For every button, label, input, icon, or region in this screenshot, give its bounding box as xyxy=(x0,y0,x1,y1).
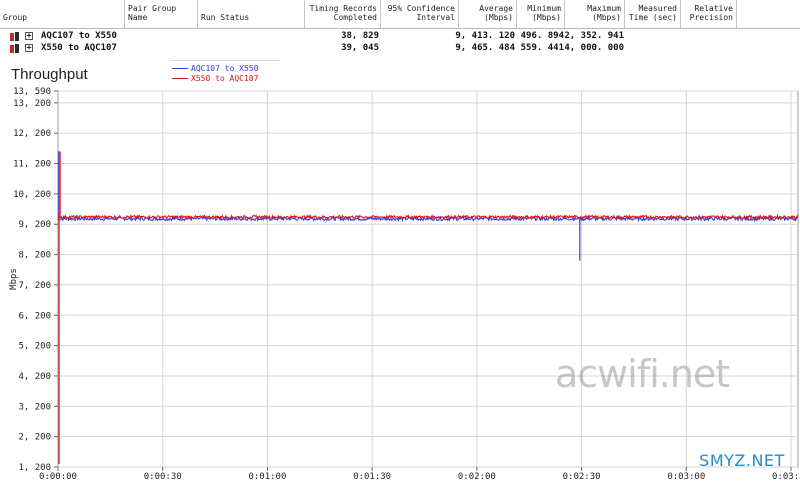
y-tick-label: 3, 200 xyxy=(18,402,51,412)
y-tick-label: 10, 200 xyxy=(13,190,51,200)
legend-swatch xyxy=(172,68,188,69)
y-tick-label: 8, 200 xyxy=(18,251,51,261)
y-tick-label: 11, 200 xyxy=(13,160,51,170)
x-tick-label: 0:01:00 xyxy=(248,472,286,482)
throughput-chart: 1, 2002, 2003, 2004, 2005, 2006, 2007, 2… xyxy=(9,87,800,482)
x-tick-label: 0:01:30 xyxy=(353,472,391,482)
site-badge: SMYZ.NET xyxy=(699,451,785,470)
legend-item: AQC107 to X550 xyxy=(170,64,280,74)
x-tick-label: 0:03:30 xyxy=(772,472,800,482)
legend-swatch xyxy=(172,78,188,79)
x-tick-label: 0:00:30 xyxy=(144,472,182,482)
y-tick-label: 7, 200 xyxy=(18,281,51,291)
x-tick-label: 0:03:00 xyxy=(667,472,705,482)
y-tick-label: 5, 200 xyxy=(18,342,51,352)
legend-label: AQC107 to X550 xyxy=(191,64,259,73)
y-axis-label: Mbps xyxy=(9,268,19,290)
x-tick-label: 0:02:30 xyxy=(563,472,601,482)
y-tick-label: 2, 200 xyxy=(18,433,51,443)
y-tick-label: 4, 200 xyxy=(18,372,51,382)
y-tick-label: 13, 200 xyxy=(13,99,51,109)
y-tick-label: 6, 200 xyxy=(18,311,51,321)
legend-item: X550 to AQC107 xyxy=(170,74,280,84)
plot-area xyxy=(57,90,799,468)
x-tick-label: 0:02:00 xyxy=(458,472,496,482)
y-tick-label: 13, 590 xyxy=(13,87,51,97)
watermark: acwifi.net xyxy=(555,352,730,396)
y-tick-label: 12, 200 xyxy=(13,129,51,139)
chart-legend: AQC107 to X550 X550 to AQC107 xyxy=(170,60,280,87)
legend-label: X550 to AQC107 xyxy=(191,74,259,83)
y-tick-label: 9, 200 xyxy=(18,220,51,230)
x-tick-label: 0:00:00 xyxy=(39,472,77,482)
